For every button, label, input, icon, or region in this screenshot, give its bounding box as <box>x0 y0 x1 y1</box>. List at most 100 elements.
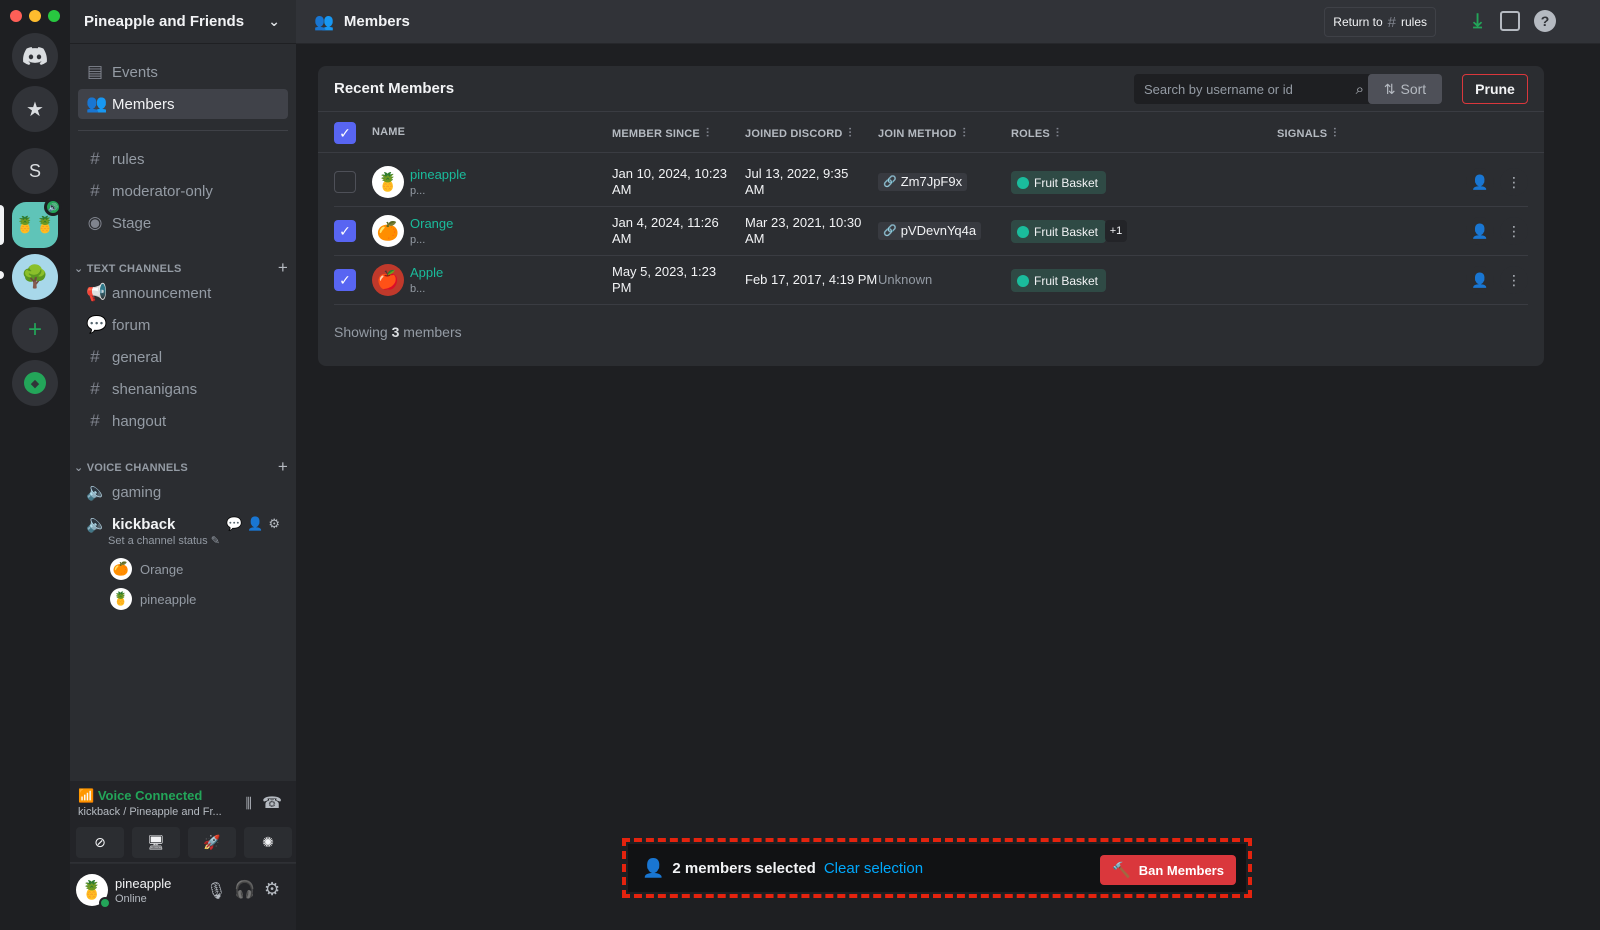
sidebar-item-events[interactable]: ▤ Events <box>78 57 288 87</box>
channel-label: shenanigans <box>112 380 198 398</box>
minimize-window-button[interactable] <box>29 10 41 22</box>
column-signals[interactable]: SIGNALS ⫶ <box>1277 126 1337 141</box>
filter-sliders-icon[interactable]: ⫶ <box>963 126 966 141</box>
help-icon[interactable]: ? <box>1534 10 1556 32</box>
disconnect-icon[interactable]: ☎ <box>262 793 282 813</box>
noise-suppression-icon[interactable]: ⫼ <box>246 795 252 812</box>
search-icon: ⌕ <box>1355 80 1364 98</box>
filter-sliders-icon[interactable]: ⫶ <box>1333 126 1336 141</box>
voice-member-pineapple[interactable]: 🍍 pineapple <box>110 588 196 610</box>
column-member-since[interactable]: MEMBER SINCE ⫶ <box>612 126 709 141</box>
category-voice-channels[interactable]: ⌄ VOICE CHANNELS + <box>74 457 288 477</box>
filter-sliders-icon[interactable]: ⫶ <box>849 126 852 141</box>
member-subtitle: p... <box>410 234 426 246</box>
voice-connected-status[interactable]: 📶 Voice Connected <box>78 788 202 804</box>
activity-button[interactable]: 🚀 <box>188 827 236 858</box>
member-name[interactable]: Apple <box>410 265 443 280</box>
plus-icon: + <box>27 316 42 343</box>
more-options-button[interactable]: ⋮ <box>1500 266 1528 294</box>
column-join-method[interactable]: JOIN METHOD ⫶ <box>878 126 966 141</box>
selection-action-bar: 👤 2 members selected Clear selection 🔨 B… <box>622 838 1252 898</box>
ban-members-button[interactable]: 🔨 Ban Members <box>1100 855 1236 885</box>
gear-icon[interactable]: ⚙ <box>268 516 280 532</box>
channel-forum[interactable]: 💬 forum <box>78 310 288 340</box>
channel-moderator-only[interactable]: # moderator-only <box>78 176 288 206</box>
member-name[interactable]: Orange <box>410 216 453 231</box>
sort-button[interactable]: ⇅ Sort <box>1368 74 1442 104</box>
role-color-dot <box>1017 176 1029 189</box>
clear-selection-link[interactable]: Clear selection <box>824 860 923 877</box>
explore-button[interactable]: ◆ <box>12 360 58 406</box>
direct-messages-button[interactable] <box>12 33 58 79</box>
vertical-dots-icon: ⋮ <box>1507 222 1521 239</box>
camera-off-button[interactable]: ⊘ <box>76 827 124 858</box>
invite-icon[interactable]: 👤 <box>247 516 263 532</box>
channel-hangout[interactable]: # hangout <box>78 406 288 436</box>
channel-rules[interactable]: # rules <box>78 144 288 174</box>
channel-status-label: Set a channel status <box>108 535 208 547</box>
select-all-checkbox[interactable]: ✓ <box>334 122 356 144</box>
server-pineapple-and-friends[interactable]: 🍍🍍 🔊 <box>12 198 62 248</box>
channel-announcement[interactable]: 📢 announcement <box>78 278 288 308</box>
soundboard-button[interactable]: ✺ <box>244 827 292 858</box>
column-roles[interactable]: ROLES ⫶ <box>1011 126 1059 141</box>
more-options-button[interactable]: ⋮ <box>1500 168 1528 196</box>
more-options-button[interactable]: ⋮ <box>1500 217 1528 245</box>
row-checkbox[interactable] <box>334 171 356 193</box>
favorites-button[interactable]: ★ <box>12 86 58 132</box>
row-checkbox[interactable]: ✓ <box>334 220 356 242</box>
table-row[interactable]: 🍍 pineapple p... Jan 10, 2024, 10:23 AM J… <box>334 158 1528 207</box>
voice-channel-gaming[interactable]: 🔈 gaming <box>78 477 288 507</box>
screen-share-button[interactable]: 🖥 <box>132 827 180 858</box>
member-search-input[interactable]: Search by username or id ⌕ <box>1134 74 1372 104</box>
inbox-icon[interactable] <box>1500 11 1520 31</box>
set-channel-status[interactable]: Set a channel status ✎ <box>108 534 220 547</box>
close-window-button[interactable] <box>10 10 22 22</box>
filter-sliders-icon[interactable]: ⫶ <box>1056 126 1059 141</box>
filter-sliders-icon[interactable]: ⫶ <box>706 126 709 141</box>
view-profile-button[interactable]: 👤 <box>1466 217 1494 245</box>
prune-button[interactable]: Prune <box>1462 74 1528 104</box>
row-checkbox[interactable]: ✓ <box>334 269 356 291</box>
table-row[interactable]: ✓ 🍎 Apple b... May 5, 2023, 1:23 PM Feb 1… <box>334 256 1528 305</box>
guild-header[interactable]: Pineapple and Friends ⌄ <box>70 0 296 44</box>
voice-member-name: pineapple <box>140 591 197 607</box>
username: pineapple <box>115 876 172 891</box>
card-title: Recent Members <box>334 80 455 97</box>
recent-members-card: Recent Members Search by username or id … <box>318 66 1544 366</box>
hash-icon: # <box>90 379 100 398</box>
microphone-icon[interactable]: 🎙 <box>206 881 226 901</box>
user-settings-gear-icon[interactable]: ⚙ <box>264 879 280 900</box>
add-server-button[interactable]: + <box>12 307 58 353</box>
star-icon: ★ <box>26 98 44 121</box>
zoom-window-button[interactable] <box>48 10 60 22</box>
download-icon[interactable]: ⤓ <box>1473 10 1482 33</box>
channel-label: gaming <box>112 483 162 501</box>
view-profile-button[interactable]: 👤 <box>1466 168 1494 196</box>
server-apple-tree[interactable]: 🌳 <box>12 254 58 300</box>
extra-roles-badge[interactable]: +1 <box>1105 220 1127 242</box>
server-s[interactable]: S <box>12 148 58 194</box>
voice-member-orange[interactable]: 🍊 Orange <box>110 558 183 580</box>
create-channel-plus-icon[interactable]: + <box>278 457 288 477</box>
page-title: Members <box>343 13 410 30</box>
online-status-dot <box>99 897 111 909</box>
channel-stage[interactable]: ◉ Stage <box>78 208 288 238</box>
server-rail: ★ S 🍍🍍 🔊 🌳 + ◆ <box>0 0 70 930</box>
table-row[interactable]: ✓ 🍊 Orange p... Jan 4, 2024, 11:26 AM Mar… <box>334 207 1528 256</box>
headphones-icon[interactable]: 🎧 <box>234 880 255 900</box>
member-name[interactable]: pineapple <box>410 167 466 182</box>
voice-speaker-badge-icon: 🔊 <box>44 198 62 216</box>
category-text-channels[interactable]: ⌄ TEXT CHANNELS + <box>74 258 288 278</box>
member-profile-icon: 👤 <box>1471 271 1489 288</box>
channel-general[interactable]: # general <box>78 342 288 372</box>
column-joined-discord[interactable]: JOINED DISCORD ⫶ <box>745 126 852 141</box>
open-chat-icon[interactable]: 💬 <box>226 516 242 532</box>
create-channel-plus-icon[interactable]: + <box>278 258 288 278</box>
speaker-icon: 🔈 <box>86 514 108 533</box>
return-to-channel-button[interactable]: Return to # rules <box>1324 7 1436 37</box>
sidebar-item-members[interactable]: 👥 Members <box>78 89 288 119</box>
user-avatar[interactable]: 🍍 <box>76 874 111 909</box>
view-profile-button[interactable]: 👤 <box>1466 266 1494 294</box>
channel-shenanigans[interactable]: # shenanigans <box>78 374 288 404</box>
